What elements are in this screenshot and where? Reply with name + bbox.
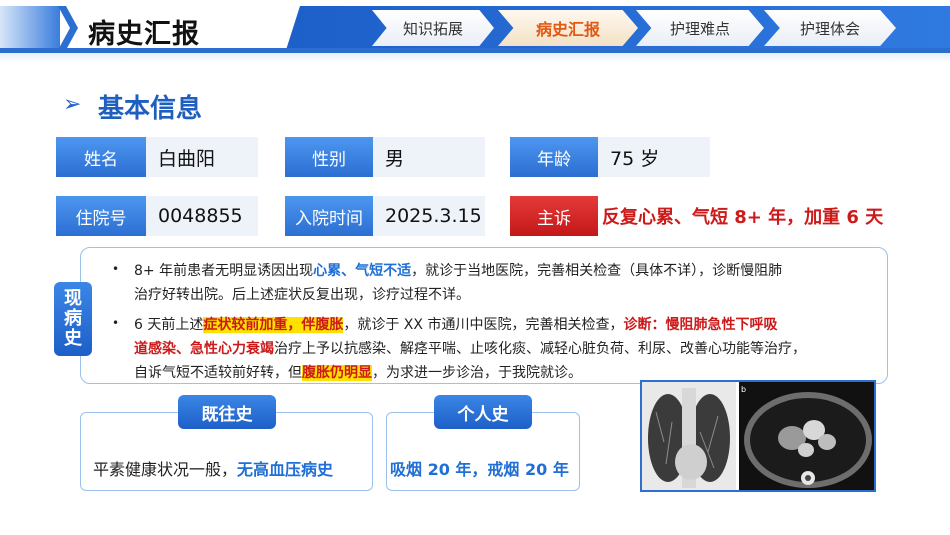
bullet-icon: • [112,262,120,276]
inpatient-id-label: 住院号 [56,196,146,236]
bullet-icon: • [112,316,120,330]
text-run: ，为求进一步诊治，于我院就诊。 [372,365,582,381]
age-label: 年龄 [510,137,598,177]
tab-label: 护理难点 [669,19,730,38]
text-run: 自诉气短不适较前好转，但 [134,365,302,381]
header-chevron-icon [58,6,78,50]
name-value: 白曲阳 [146,137,258,177]
history-paragraph-2: 6 天前上述症状较前加重，伴腹胀，就诊于 XX 市通川中医院，完善相关检查，诊断… [134,313,889,385]
name-label: 姓名 [56,137,146,177]
highlight-worsening: 症状较前加重，伴腹胀 [203,317,344,333]
chevron-right-icon: ➢ [63,92,82,117]
tab-nursing-difficulty[interactable]: 护理难点 [636,10,764,46]
section-title: 基本信息 [98,94,203,124]
text-run: 6 天前上述 [134,317,204,333]
header-accent-bar [0,6,60,50]
gender-label: 性别 [285,137,373,177]
personal-history-tag: 个人史 [434,395,532,429]
history-paragraph-1: 8+ 年前患者无明显诱因出现心累、气短不适，就诊于当地医院，完善相关检查（具体不… [134,259,884,307]
page-title: 病史汇报 [88,19,200,50]
highlight-abdominal: 腹胀仍明显 [302,365,372,381]
text-run: 平素健康状况一般， [93,460,238,479]
chief-complaint-label: 主诉 [510,196,598,236]
highlight-no-hypertension: 无高血压病史 [237,460,334,479]
highlight-diagnosis: 道感染、急性心力衰竭 [134,341,274,357]
tab-history-report[interactable]: 病史汇报 [498,10,638,46]
tab-nursing-experience[interactable]: 护理体会 [764,10,896,46]
text-run: 治疗好转出院。后上述症状反复出现，诊疗过程不详。 [134,287,470,303]
text-run: ，就诊于 XX 市通川中医院，完善相关检查， [343,317,624,333]
past-history-text: 平素健康状况一般，无高血压病史 [93,456,333,480]
tag-char: 史 [64,328,82,349]
tag-char: 病 [64,308,82,329]
personal-history-text: 吸烟 20 年，戒烟 20 年 [390,460,569,479]
past-history-tag: 既往史 [178,395,276,429]
text-run: ，就诊于当地医院，完善相关检查（具体不详），诊断慢阻肺 [411,263,783,279]
svg-text:b: b [741,385,746,394]
tab-label: 护理体会 [799,19,860,38]
tab-knowledge[interactable]: 知识拓展 [372,10,494,46]
ct-scan-image: b [640,380,876,492]
admission-date-value: 2025.3.15 [373,196,485,236]
text-run: 8+ 年前患者无明显诱因出现 [134,263,314,279]
highlight-diagnosis: 诊断：慢阻肺急性下呼吸 [623,317,778,333]
gender-value: 男 [373,137,485,177]
tab-label: 病史汇报 [535,20,600,39]
tag-char: 现 [64,288,82,309]
text-run: 治疗上予以抗感染、解痉平喘、止咳化痰、减轻心脏负荷、利尿、改善心功能等治疗， [274,341,806,357]
admission-date-label: 入院时间 [285,196,373,236]
tab-label: 知识拓展 [402,19,463,38]
present-history-tag: 现 病 史 [54,282,92,356]
header-shadow [0,53,950,63]
highlight-symptom: 心累、气短不适 [313,263,412,279]
chief-complaint-value: 反复心累、气短 8+ 年，加重 6 天 [602,207,884,228]
age-value: 75 岁 [598,137,710,177]
inpatient-id-value: 0048855 [146,196,258,236]
